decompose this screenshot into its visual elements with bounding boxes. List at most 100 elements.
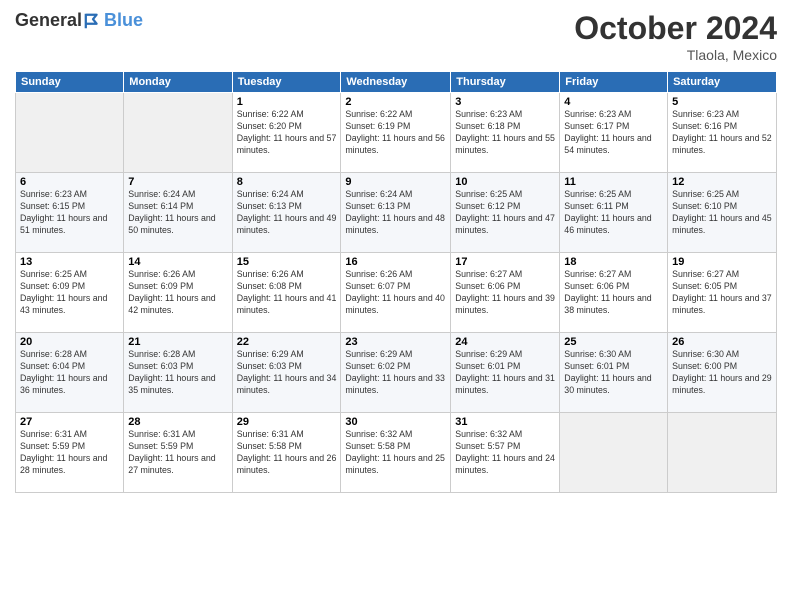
- table-row: 30Sunrise: 6:32 AM Sunset: 5:58 PM Dayli…: [341, 413, 451, 493]
- calendar-week-row: 6Sunrise: 6:23 AM Sunset: 6:15 PM Daylig…: [16, 173, 777, 253]
- header-saturday: Saturday: [668, 72, 777, 93]
- day-number: 21: [128, 336, 227, 348]
- table-row: 14Sunrise: 6:26 AM Sunset: 6:09 PM Dayli…: [124, 253, 232, 333]
- table-row: 18Sunrise: 6:27 AM Sunset: 6:06 PM Dayli…: [560, 253, 668, 333]
- table-row: 29Sunrise: 6:31 AM Sunset: 5:58 PM Dayli…: [232, 413, 341, 493]
- table-row: 26Sunrise: 6:30 AM Sunset: 6:00 PM Dayli…: [668, 333, 777, 413]
- day-number: 23: [345, 336, 446, 348]
- table-row: 3Sunrise: 6:23 AM Sunset: 6:18 PM Daylig…: [451, 93, 560, 173]
- table-row: 28Sunrise: 6:31 AM Sunset: 5:59 PM Dayli…: [124, 413, 232, 493]
- logo-blue-text: Blue: [104, 10, 143, 31]
- day-info: Sunrise: 6:26 AM Sunset: 6:09 PM Dayligh…: [128, 269, 227, 317]
- table-row: 2Sunrise: 6:22 AM Sunset: 6:19 PM Daylig…: [341, 93, 451, 173]
- day-number: 25: [564, 336, 663, 348]
- day-number: 20: [20, 336, 119, 348]
- table-row: 6Sunrise: 6:23 AM Sunset: 6:15 PM Daylig…: [16, 173, 124, 253]
- day-info: Sunrise: 6:31 AM Sunset: 5:58 PM Dayligh…: [237, 429, 337, 477]
- table-row: [124, 93, 232, 173]
- day-info: Sunrise: 6:26 AM Sunset: 6:07 PM Dayligh…: [345, 269, 446, 317]
- day-number: 29: [237, 416, 337, 428]
- day-info: Sunrise: 6:32 AM Sunset: 5:57 PM Dayligh…: [455, 429, 555, 477]
- month-title: October 2024: [574, 10, 777, 47]
- day-info: Sunrise: 6:27 AM Sunset: 6:06 PM Dayligh…: [455, 269, 555, 317]
- day-number: 28: [128, 416, 227, 428]
- day-info: Sunrise: 6:30 AM Sunset: 6:00 PM Dayligh…: [672, 349, 772, 397]
- day-info: Sunrise: 6:24 AM Sunset: 6:13 PM Dayligh…: [237, 189, 337, 237]
- table-row: 24Sunrise: 6:29 AM Sunset: 6:01 PM Dayli…: [451, 333, 560, 413]
- day-number: 1: [237, 96, 337, 108]
- day-number: 31: [455, 416, 555, 428]
- day-info: Sunrise: 6:31 AM Sunset: 5:59 PM Dayligh…: [128, 429, 227, 477]
- logo-general-text: General: [15, 10, 82, 31]
- table-row: 11Sunrise: 6:25 AM Sunset: 6:11 PM Dayli…: [560, 173, 668, 253]
- day-number: 19: [672, 256, 772, 268]
- table-row: 13Sunrise: 6:25 AM Sunset: 6:09 PM Dayli…: [16, 253, 124, 333]
- day-number: 4: [564, 96, 663, 108]
- day-number: 8: [237, 176, 337, 188]
- table-row: 4Sunrise: 6:23 AM Sunset: 6:17 PM Daylig…: [560, 93, 668, 173]
- table-row: 19Sunrise: 6:27 AM Sunset: 6:05 PM Dayli…: [668, 253, 777, 333]
- day-info: Sunrise: 6:24 AM Sunset: 6:13 PM Dayligh…: [345, 189, 446, 237]
- calendar-header-row: Sunday Monday Tuesday Wednesday Thursday…: [16, 72, 777, 93]
- day-info: Sunrise: 6:29 AM Sunset: 6:03 PM Dayligh…: [237, 349, 337, 397]
- calendar-week-row: 1Sunrise: 6:22 AM Sunset: 6:20 PM Daylig…: [16, 93, 777, 173]
- table-row: [560, 413, 668, 493]
- header-thursday: Thursday: [451, 72, 560, 93]
- table-row: 9Sunrise: 6:24 AM Sunset: 6:13 PM Daylig…: [341, 173, 451, 253]
- day-number: 17: [455, 256, 555, 268]
- logo: General Blue: [15, 10, 143, 31]
- day-info: Sunrise: 6:27 AM Sunset: 6:05 PM Dayligh…: [672, 269, 772, 317]
- table-row: 5Sunrise: 6:23 AM Sunset: 6:16 PM Daylig…: [668, 93, 777, 173]
- page: General Blue October 2024 Tlaola, Mexico…: [0, 0, 792, 612]
- header-sunday: Sunday: [16, 72, 124, 93]
- header-tuesday: Tuesday: [232, 72, 341, 93]
- day-info: Sunrise: 6:32 AM Sunset: 5:58 PM Dayligh…: [345, 429, 446, 477]
- table-row: [16, 93, 124, 173]
- header-monday: Monday: [124, 72, 232, 93]
- table-row: 25Sunrise: 6:30 AM Sunset: 6:01 PM Dayli…: [560, 333, 668, 413]
- day-number: 14: [128, 256, 227, 268]
- day-info: Sunrise: 6:26 AM Sunset: 6:08 PM Dayligh…: [237, 269, 337, 317]
- day-info: Sunrise: 6:22 AM Sunset: 6:19 PM Dayligh…: [345, 109, 446, 157]
- day-number: 16: [345, 256, 446, 268]
- day-number: 10: [455, 176, 555, 188]
- day-info: Sunrise: 6:27 AM Sunset: 6:06 PM Dayligh…: [564, 269, 663, 317]
- day-info: Sunrise: 6:25 AM Sunset: 6:10 PM Dayligh…: [672, 189, 772, 237]
- table-row: 1Sunrise: 6:22 AM Sunset: 6:20 PM Daylig…: [232, 93, 341, 173]
- table-row: 31Sunrise: 6:32 AM Sunset: 5:57 PM Dayli…: [451, 413, 560, 493]
- table-row: 17Sunrise: 6:27 AM Sunset: 6:06 PM Dayli…: [451, 253, 560, 333]
- table-row: 7Sunrise: 6:24 AM Sunset: 6:14 PM Daylig…: [124, 173, 232, 253]
- location: Tlaola, Mexico: [574, 47, 777, 63]
- day-info: Sunrise: 6:24 AM Sunset: 6:14 PM Dayligh…: [128, 189, 227, 237]
- day-number: 30: [345, 416, 446, 428]
- table-row: 8Sunrise: 6:24 AM Sunset: 6:13 PM Daylig…: [232, 173, 341, 253]
- day-number: 13: [20, 256, 119, 268]
- calendar-week-row: 13Sunrise: 6:25 AM Sunset: 6:09 PM Dayli…: [16, 253, 777, 333]
- day-info: Sunrise: 6:22 AM Sunset: 6:20 PM Dayligh…: [237, 109, 337, 157]
- table-row: 27Sunrise: 6:31 AM Sunset: 5:59 PM Dayli…: [16, 413, 124, 493]
- day-number: 9: [345, 176, 446, 188]
- table-row: 12Sunrise: 6:25 AM Sunset: 6:10 PM Dayli…: [668, 173, 777, 253]
- day-number: 7: [128, 176, 227, 188]
- calendar-week-row: 27Sunrise: 6:31 AM Sunset: 5:59 PM Dayli…: [16, 413, 777, 493]
- day-number: 3: [455, 96, 555, 108]
- table-row: 10Sunrise: 6:25 AM Sunset: 6:12 PM Dayli…: [451, 173, 560, 253]
- day-info: Sunrise: 6:23 AM Sunset: 6:16 PM Dayligh…: [672, 109, 772, 157]
- day-info: Sunrise: 6:25 AM Sunset: 6:09 PM Dayligh…: [20, 269, 119, 317]
- table-row: 16Sunrise: 6:26 AM Sunset: 6:07 PM Dayli…: [341, 253, 451, 333]
- table-row: 21Sunrise: 6:28 AM Sunset: 6:03 PM Dayli…: [124, 333, 232, 413]
- day-number: 26: [672, 336, 772, 348]
- day-number: 6: [20, 176, 119, 188]
- logo-flag-icon: [84, 12, 102, 30]
- table-row: 22Sunrise: 6:29 AM Sunset: 6:03 PM Dayli…: [232, 333, 341, 413]
- table-row: [668, 413, 777, 493]
- day-number: 24: [455, 336, 555, 348]
- table-row: 20Sunrise: 6:28 AM Sunset: 6:04 PM Dayli…: [16, 333, 124, 413]
- day-info: Sunrise: 6:25 AM Sunset: 6:12 PM Dayligh…: [455, 189, 555, 237]
- day-info: Sunrise: 6:23 AM Sunset: 6:15 PM Dayligh…: [20, 189, 119, 237]
- day-number: 15: [237, 256, 337, 268]
- day-number: 22: [237, 336, 337, 348]
- day-number: 12: [672, 176, 772, 188]
- day-info: Sunrise: 6:23 AM Sunset: 6:18 PM Dayligh…: [455, 109, 555, 157]
- day-number: 5: [672, 96, 772, 108]
